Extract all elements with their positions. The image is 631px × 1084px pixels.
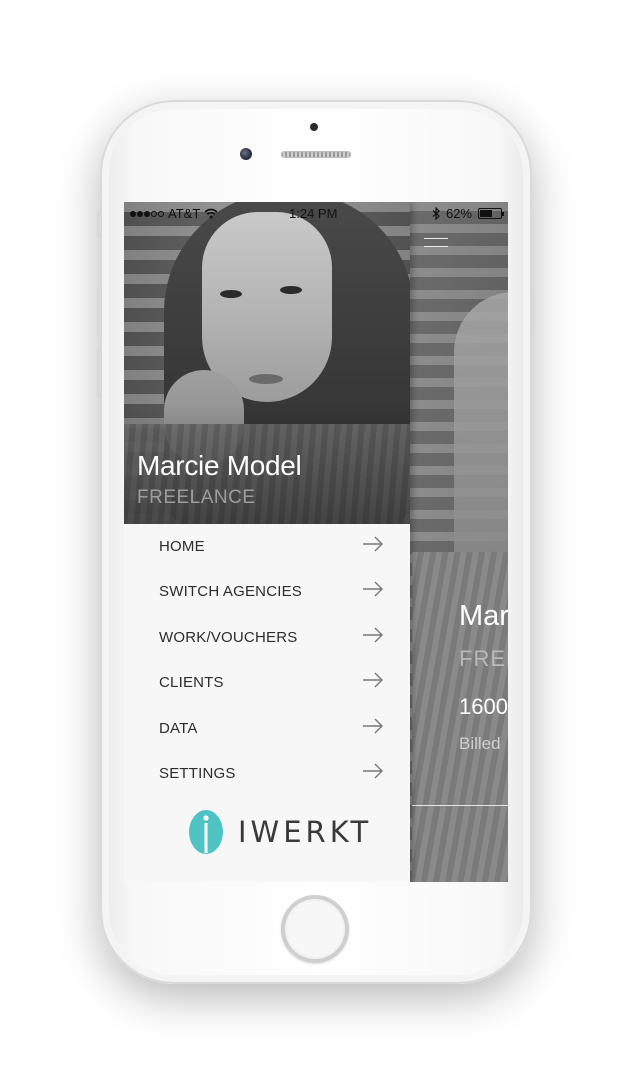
profile-name: Marcie Model <box>137 450 302 481</box>
side-drawer: Marcie Model FREELANCE HOME SWITCH AGENC… <box>124 202 410 882</box>
arrow-right-icon <box>363 672 383 688</box>
carrier-label: AT&T <box>168 206 201 221</box>
signal-strength-icon <box>130 210 164 217</box>
iwerkt-logo-icon <box>189 810 223 854</box>
mute-switch <box>97 212 101 238</box>
status-time: 1:24 PM <box>289 206 338 221</box>
proximity-sensor <box>310 123 318 131</box>
volume-down-button <box>97 350 101 398</box>
profile-status: FREELANCE <box>137 487 256 508</box>
main-billed-label: Billed <box>459 734 501 753</box>
arrow-right-icon <box>363 627 383 643</box>
menu-item-settings[interactable]: SETTINGS <box>124 751 410 796</box>
status-bar: AT&T 1:24 PM 62% <box>124 202 508 226</box>
earpiece-speaker <box>281 151 351 158</box>
menu-item-home[interactable]: HOME <box>124 524 410 569</box>
menu-item-work-vouchers[interactable]: WORK/VOUCHERS <box>124 615 410 660</box>
menu-item-label: SWITCH AGENCIES <box>159 583 303 601</box>
arrow-right-icon <box>363 763 383 779</box>
arrow-right-icon <box>363 718 383 734</box>
menu-item-clients[interactable]: CLIENTS <box>124 660 410 705</box>
menu-item-label: SETTINGS <box>159 764 236 782</box>
app-logo: IWERKT <box>188 809 372 855</box>
home-button[interactable] <box>281 895 349 963</box>
front-camera <box>240 148 252 160</box>
arrow-right-icon <box>363 581 383 597</box>
hamburger-menu-icon[interactable] <box>424 238 448 254</box>
main-user-status: FREE <box>459 646 508 671</box>
menu-item-label: CLIENTS <box>159 674 224 692</box>
phone-screen: Mar FREE 1600 Billed Marcie Model FREELA… <box>124 202 508 882</box>
power-button <box>530 288 534 336</box>
main-user-name: Mar <box>459 600 508 632</box>
wifi-icon <box>204 208 218 219</box>
arrow-right-icon <box>363 536 383 552</box>
main-amount: 1600 <box>459 694 508 719</box>
volume-up-button <box>97 288 101 336</box>
logo-wordmark: IWERKT <box>238 815 373 849</box>
battery-icon <box>478 208 504 219</box>
main-divider <box>412 805 508 806</box>
battery-percent: 62% <box>445 206 472 221</box>
bluetooth-icon <box>432 207 440 220</box>
menu-item-data[interactable]: DATA <box>124 706 410 751</box>
menu-item-label: WORK/VOUCHERS <box>159 628 298 646</box>
menu-item-label: HOME <box>159 538 205 555</box>
drawer-menu: HOME SWITCH AGENCIES WORK/VOUCHERS CLIEN… <box>124 524 410 796</box>
menu-item-label: DATA <box>159 719 198 737</box>
menu-item-switch-agencies[interactable]: SWITCH AGENCIES <box>124 569 410 614</box>
